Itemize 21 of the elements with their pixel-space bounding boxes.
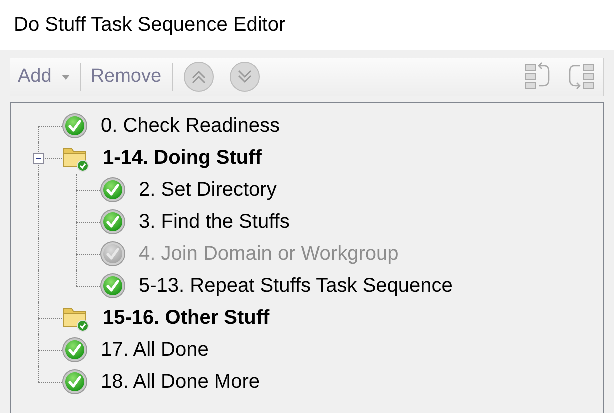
check-icon bbox=[62, 369, 88, 395]
tree-item-label[interactable]: 18. All Done More bbox=[101, 367, 260, 397]
tree-item-label[interactable]: 5-13. Repeat Stuffs Task Sequence bbox=[139, 271, 453, 301]
collapse-toggle[interactable] bbox=[33, 153, 44, 164]
check-icon bbox=[100, 177, 126, 203]
move-up-icon[interactable] bbox=[182, 61, 215, 93]
tree-item-label[interactable]: 0. Check Readiness bbox=[101, 111, 280, 141]
caret-icon bbox=[62, 74, 70, 80]
tree-item-label[interactable]: 3. Find the Stuffs bbox=[139, 207, 290, 237]
check-icon bbox=[62, 113, 88, 139]
check-icon bbox=[100, 273, 126, 299]
tree-item-label[interactable]: 1-14. Doing Stuff bbox=[103, 143, 262, 173]
window-title: Do Stuff Task Sequence Editor bbox=[14, 13, 286, 38]
check-icon bbox=[100, 241, 126, 267]
tree-item-label[interactable]: 15-16. Other Stuff bbox=[103, 303, 270, 333]
check-icon bbox=[62, 337, 88, 363]
tree-item-label[interactable]: 2. Set Directory bbox=[139, 175, 277, 205]
check-icon bbox=[100, 209, 126, 235]
move-down-icon[interactable] bbox=[228, 61, 261, 93]
tree-item-label[interactable]: 17. All Done bbox=[101, 335, 209, 365]
reorder-icon[interactable] bbox=[567, 62, 595, 92]
